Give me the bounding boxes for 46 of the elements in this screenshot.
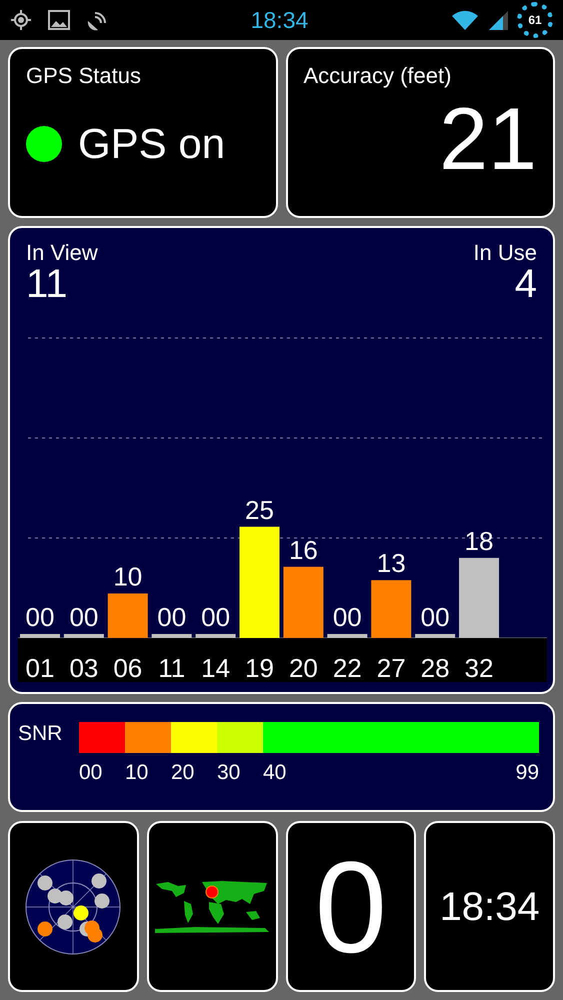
in-use-label: In Use <box>473 242 537 264</box>
battery-level: 61 <box>528 12 542 29</box>
satellite-id: 11 <box>158 653 186 683</box>
snr-label: SNR <box>18 722 64 746</box>
snr-tick: 40 <box>263 760 286 786</box>
in-view-count: 11 <box>26 264 69 304</box>
satellite-id: 32 <box>464 653 494 683</box>
bar-value: 00 <box>332 602 362 632</box>
bar-value: 00 <box>26 602 54 632</box>
bar-value: 10 <box>113 562 142 592</box>
snr-tick: 99 <box>516 760 539 786</box>
satellite-id: 28 <box>420 653 450 683</box>
bar-value: 13 <box>376 548 406 578</box>
image-icon <box>48 10 70 30</box>
snr-tick: 00 <box>79 760 104 786</box>
snr-tick: 30 <box>217 760 242 786</box>
satellite-id: 14 <box>201 653 230 683</box>
satellite-id: 06 <box>113 653 142 683</box>
satellite-id: 03 <box>69 653 98 683</box>
location-icon <box>10 9 32 31</box>
bar-value: 00 <box>69 602 98 632</box>
gps-state: GPS on <box>78 119 226 169</box>
bar-value: 00 <box>157 602 186 632</box>
bar-value: 18 <box>464 526 494 556</box>
snr-tick: 10 <box>125 760 150 786</box>
satellite-id: 20 <box>288 653 318 683</box>
card-title: Accuracy (feet) <box>304 65 452 87</box>
satellite-id: 19 <box>245 653 274 683</box>
bar-value: 00 <box>201 602 230 632</box>
card-title: GPS Status <box>26 65 142 87</box>
satellite-id: 22 <box>332 653 362 683</box>
status-time: 18:34 <box>250 6 308 35</box>
satellite-id: 27 <box>376 653 406 683</box>
bar-value: 16 <box>288 534 318 565</box>
in-use-count: 4 <box>514 264 537 304</box>
snr-tick: 20 <box>171 760 196 786</box>
in-view-label: In View <box>26 242 98 264</box>
satellite-dish-icon <box>86 9 108 31</box>
wifi-icon <box>451 9 479 31</box>
clock-time: 18:34 <box>440 884 540 930</box>
signal-icon <box>487 9 509 31</box>
satellite-id: 01 <box>26 653 54 683</box>
count-value: 0 <box>314 842 388 972</box>
bar-value: 25 <box>245 494 274 525</box>
accuracy-value: 21 <box>439 95 537 183</box>
bar-value: 00 <box>420 602 450 632</box>
